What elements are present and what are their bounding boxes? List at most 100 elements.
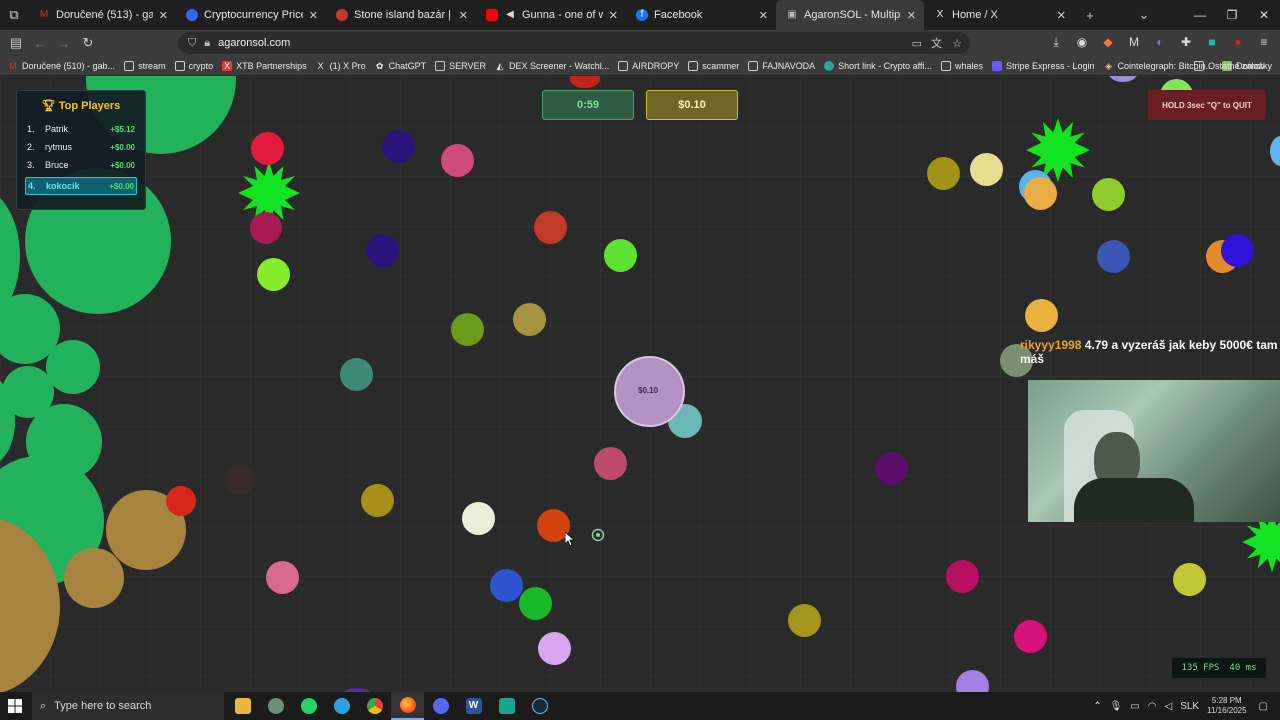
reader-view-icon[interactable]: ▭ — [912, 37, 922, 50]
volume-icon[interactable]: ◁ — [1164, 701, 1172, 712]
other-bookmarks[interactable]: Ostatné záložky — [1193, 60, 1272, 71]
dexscreener-icon: ◭ — [496, 60, 504, 71]
windows-start-icon[interactable] — [0, 692, 30, 720]
file-explorer-icon[interactable] — [226, 692, 259, 720]
bookmark-folder-stream[interactable]: stream — [124, 60, 166, 71]
rank: 3. — [27, 160, 35, 170]
tab-coinmarketcap[interactable]: Cryptocurrency Prices, Charts A ✕ — [176, 0, 326, 30]
food-pellet — [490, 569, 523, 602]
discord-icon[interactable] — [424, 692, 457, 720]
menu-icon[interactable]: ≡ — [1256, 33, 1272, 51]
food-pellet — [462, 502, 495, 535]
extension-ublock-icon[interactable]: ● — [1230, 33, 1246, 51]
food-pellet — [366, 234, 399, 267]
tab-x-home[interactable]: X Home / X ✕ — [924, 0, 1074, 30]
food-pellet — [382, 130, 415, 163]
bookmark-label: XTB Partnerships — [236, 60, 307, 71]
extension-fox-icon[interactable]: ◆ — [1100, 33, 1116, 51]
bookmark-folder-whales[interactable]: whales — [940, 60, 983, 71]
wifi-icon[interactable]: ◠ — [1148, 701, 1157, 712]
telegram-icon[interactable] — [325, 692, 358, 720]
tab-agaronsol[interactable]: ▣ AgaronSOL - Multiplayer Battle ✕ — [776, 0, 924, 30]
back-icon[interactable]: ← — [28, 31, 52, 55]
notification-icon[interactable]: ▢ — [1259, 701, 1268, 712]
close-icon[interactable]: ✕ — [159, 9, 168, 22]
extensions-puzzle-icon[interactable]: ✚ — [1178, 33, 1194, 51]
close-icon[interactable]: ✕ — [759, 9, 768, 22]
food-pellet — [534, 211, 567, 244]
new-tab-icon[interactable]: + — [1078, 3, 1102, 27]
language-indicator[interactable]: SLK — [1180, 701, 1199, 712]
bookmark-label: DEX Screener - Watchl... — [509, 60, 610, 71]
app-settings-icon[interactable] — [259, 692, 292, 720]
target-crosshair-icon — [591, 528, 605, 542]
folder-icon — [688, 60, 699, 71]
translate-icon[interactable]: 文 — [931, 35, 942, 51]
tab-facebook[interactable]: f Facebook ✕ — [626, 0, 776, 30]
close-icon[interactable]: ✕ — [1057, 9, 1066, 22]
sidebar-icon[interactable]: ▤ — [4, 31, 28, 55]
speaker-icon[interactable]: ◀ — [504, 9, 516, 21]
player-name: rytmus — [45, 142, 72, 152]
bookmark-chatgpt[interactable]: ✿ ChatGPT — [375, 61, 426, 71]
forward-icon[interactable]: → — [52, 31, 76, 55]
tab-bazos[interactable]: Stone island bazár | Bazos.sk ✕ — [326, 0, 476, 30]
reload-icon[interactable]: ↻ — [76, 31, 100, 55]
food-pellet — [340, 358, 373, 391]
coinmarketcap-icon — [186, 9, 198, 21]
close-icon[interactable]: ✕ — [459, 9, 468, 22]
whatsapp-icon[interactable] — [292, 692, 325, 720]
tab-youtube[interactable]: ◀ Gunna - one of wun [Officia ✕ — [476, 0, 626, 30]
window-close-icon[interactable]: ✕ — [1248, 0, 1280, 30]
extension-m-icon[interactable]: M — [1126, 33, 1142, 51]
tab-gmail[interactable]: M Doručené (513) - gabo.kopcek@ ✕ — [28, 0, 176, 30]
bookmark-xtb[interactable]: X XTB Partnerships — [222, 60, 307, 71]
download-icon[interactable]: ⤓ — [1048, 33, 1064, 51]
game-canvas[interactable]: $0.10 🏆︎ Top Players 1. Patrik +$5.12 2.… — [0, 76, 1280, 692]
folder-icon — [174, 60, 185, 71]
folder-icon — [435, 60, 446, 71]
bookmark-short-link[interactable]: Short link - Crypto affi... — [824, 60, 932, 71]
clock[interactable]: 5:28 PM 11/16/2025 — [1207, 696, 1246, 716]
firefox-icon[interactable] — [391, 692, 424, 720]
lock-icon[interactable]: 🔒︎ — [204, 37, 210, 50]
extension-teal-icon[interactable]: ■ — [1204, 33, 1220, 51]
tab-actions-icon[interactable]: ⧉ — [0, 3, 28, 27]
bazos-icon — [336, 9, 348, 21]
app-teal-icon[interactable] — [490, 692, 523, 720]
close-icon[interactable]: ✕ — [609, 9, 618, 22]
bookmark-gmail[interactable]: M Doručené (510) - gab... — [8, 61, 115, 71]
bookmark-star-icon[interactable]: ☆ — [952, 37, 962, 50]
address-toolbar: ▤ ← → ↻ ⛉ 🔒︎ agaronsol.com ▭ 文 ☆ ⤓ ◉ ◆ M… — [0, 30, 1280, 56]
bookmark-folder-scammer[interactable]: scammer — [688, 60, 739, 71]
bookmark-folder-fajnavoda[interactable]: FAJNAVODA — [748, 60, 815, 71]
food-pellet — [1173, 563, 1206, 596]
x-icon: X — [317, 60, 324, 71]
taskbar-search-input[interactable]: ⌕ Type here to search — [32, 692, 224, 720]
bookmark-folder-server[interactable]: SERVER — [435, 60, 486, 71]
chrome-icon[interactable] — [358, 692, 391, 720]
account-icon[interactable]: ◉ — [1074, 33, 1090, 51]
gmail-icon: M — [9, 60, 17, 71]
minimize-icon[interactable]: — — [1184, 0, 1216, 30]
bookmark-dexscreener[interactable]: ◭ DEX Screener - Watchl... — [495, 60, 610, 71]
word-icon[interactable]: W — [457, 692, 490, 720]
bookmark-folder-airdropy[interactable]: AIRDROPY — [618, 60, 679, 71]
close-icon[interactable]: ✕ — [907, 9, 916, 22]
food-pellet — [1097, 240, 1130, 273]
bookmark-stripe[interactable]: Stripe Express - Login — [992, 60, 1095, 71]
taskbar: ⌕ Type here to search W ⌃ 🎙︎ ▭ ◠ ◁ SLK 5… — [0, 692, 1280, 720]
steam-icon[interactable] — [523, 692, 556, 720]
extension-wallet-icon[interactable]: ◐ — [1152, 33, 1168, 51]
microphone-icon[interactable]: 🎙︎ — [1110, 701, 1123, 712]
food-pellet — [570, 76, 600, 88]
network-icon[interactable]: ▭ — [1130, 701, 1139, 712]
tracking-shield-icon[interactable]: ⛉ — [188, 37, 196, 50]
tab-list-icon[interactable]: ⌄ — [1132, 3, 1156, 27]
tray-chevron-up-icon[interactable]: ⌃ — [1093, 701, 1101, 712]
bookmark-x-pro[interactable]: X (1) X Pro — [316, 61, 366, 71]
close-icon[interactable]: ✕ — [309, 9, 318, 22]
address-input[interactable]: ⛉ 🔒︎ agaronsol.com ▭ 文 ☆ — [178, 32, 970, 54]
bookmark-folder-crypto[interactable]: crypto — [174, 60, 213, 71]
restore-icon[interactable]: ❐ — [1216, 0, 1248, 30]
